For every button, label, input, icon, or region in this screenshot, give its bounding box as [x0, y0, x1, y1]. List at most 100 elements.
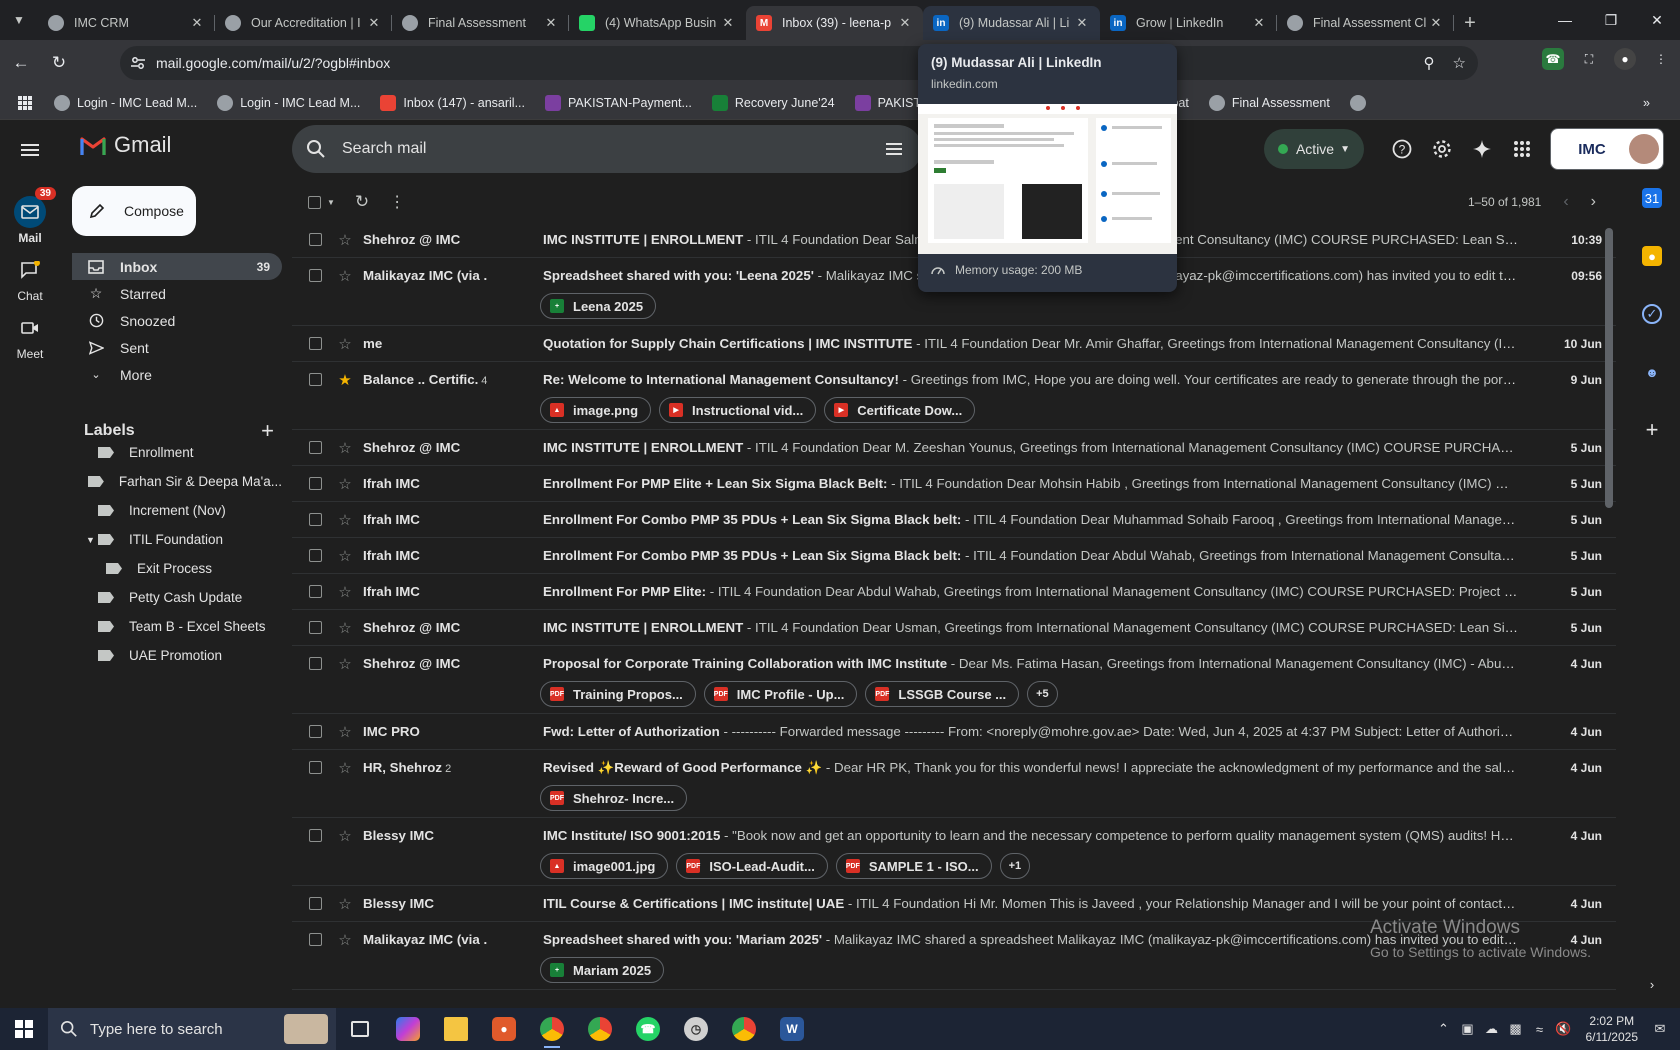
status-dropdown[interactable]: Active ▼: [1263, 129, 1364, 169]
chrome-icon[interactable]: [528, 1008, 576, 1050]
email-row[interactable]: ☆ Ifrah IMC Enrollment For Combo PMP 35 PD…: [292, 502, 1616, 538]
bookmark-item[interactable]: Final Assessment: [1208, 94, 1330, 111]
browser-tab[interactable]: Final Assessment Cl ✕: [1277, 6, 1454, 40]
rail-meet[interactable]: Meet: [0, 312, 60, 361]
next-page-icon[interactable]: ›: [1591, 193, 1596, 211]
more-options-icon[interactable]: ⋮: [389, 192, 405, 212]
row-checkbox[interactable]: [309, 933, 322, 946]
row-checkbox[interactable]: [309, 829, 322, 842]
star-icon[interactable]: ☆: [337, 723, 353, 741]
refresh-icon[interactable]: ↻: [355, 192, 369, 212]
keep-icon[interactable]: ●: [1642, 246, 1662, 266]
bookmark-item[interactable]: Login - IMC Lead M...: [217, 94, 360, 111]
tray-app-icon[interactable]: ▣: [1456, 1021, 1480, 1037]
attachment-chip[interactable]: PDF IMC Profile - Up...: [703, 681, 858, 707]
row-checkbox[interactable]: [309, 373, 322, 386]
attachment-chip[interactable]: ▶ Certificate Dow...: [824, 397, 976, 423]
collapse-panel-chevron-icon[interactable]: ›: [1642, 974, 1662, 994]
new-tab-button[interactable]: +: [1454, 6, 1486, 40]
attachment-chip[interactable]: PDF ISO-Lead-Audit...: [676, 853, 828, 879]
close-window-button[interactable]: ✕: [1634, 0, 1680, 40]
email-row[interactable]: ☆ Ifrah IMC Enrollment For PMP Elite: - IT…: [292, 574, 1616, 610]
email-row[interactable]: ☆ Blessy IMC IMC Institute/ ISO 9001:2015 …: [292, 818, 1616, 886]
row-checkbox[interactable]: [309, 549, 322, 562]
tray-display-icon[interactable]: ▩: [1504, 1021, 1528, 1037]
row-checkbox[interactable]: [309, 657, 322, 670]
restore-button[interactable]: ❐: [1588, 0, 1634, 40]
star-icon[interactable]: ☆: [337, 931, 353, 949]
email-row[interactable]: ☆ Ifrah IMC Enrollment For PMP Elite + Lea…: [292, 466, 1616, 502]
bookmark-item[interactable]: [1349, 94, 1373, 111]
attachment-chip[interactable]: + Mariam 2025: [540, 957, 665, 983]
nav-more[interactable]: ⌄ More: [72, 361, 282, 388]
star-icon[interactable]: ☆: [337, 335, 353, 353]
attachment-chip[interactable]: ▶ Instructional vid...: [659, 397, 817, 423]
email-row[interactable]: ☆ me Quotation for Supply Chain Certificat…: [292, 326, 1616, 362]
star-icon[interactable]: ☆: [337, 547, 353, 565]
row-checkbox[interactable]: [309, 513, 322, 526]
search-icon[interactable]: [306, 139, 326, 159]
gemini-sparkle-icon[interactable]: [1462, 129, 1502, 169]
row-checkbox[interactable]: [309, 441, 322, 454]
bookmark-item[interactable]: Recovery June'24: [711, 94, 835, 111]
select-all-checkbox[interactable]: ▼: [308, 195, 335, 209]
scrollbar[interactable]: [1605, 228, 1613, 508]
file-explorer-icon[interactable]: [432, 1008, 480, 1050]
whatsapp-extension-icon[interactable]: ☎: [1542, 48, 1564, 70]
task-view-icon[interactable]: [336, 1008, 384, 1050]
notification-icon[interactable]: ✉: [1648, 1021, 1672, 1037]
system-clock[interactable]: 2:02 PM 6/11/2025: [1586, 1013, 1639, 1045]
email-row[interactable]: ☆ Shehroz @ IMC IMC INSTITUTE | ENROLLMENT…: [292, 430, 1616, 466]
chrome-alt-icon[interactable]: [720, 1008, 768, 1050]
site-info-icon[interactable]: [130, 55, 146, 71]
email-row[interactable]: ☆ IMC PRO Fwd: Letter of Authorization - -…: [292, 714, 1616, 750]
tab-close-icon[interactable]: ✕: [1074, 15, 1090, 31]
avatar[interactable]: [1629, 134, 1659, 164]
reload-button[interactable]: ↻: [42, 46, 76, 80]
label-team-b[interactable]: Team B - Excel Sheets: [72, 612, 282, 641]
whatsapp-icon[interactable]: ☎: [624, 1008, 672, 1050]
contacts-icon[interactable]: ☻: [1642, 362, 1662, 382]
star-icon[interactable]: ☆: [337, 267, 353, 285]
search-options-icon[interactable]: [884, 139, 904, 159]
email-row[interactable]: ☆ Shehroz @ IMC IMC INSTITUTE | ENROLLMENT…: [292, 610, 1616, 646]
label-itil-foundation[interactable]: ▼ ITIL Foundation: [72, 525, 282, 554]
star-icon[interactable]: ☆: [337, 895, 353, 913]
rail-chat[interactable]: Chat: [0, 254, 60, 303]
row-checkbox[interactable]: [309, 269, 322, 282]
star-icon[interactable]: ☆: [337, 827, 353, 845]
account-switcher[interactable]: IMC: [1550, 128, 1664, 170]
row-checkbox[interactable]: [309, 621, 322, 634]
row-checkbox[interactable]: [309, 761, 322, 774]
google-apps-icon[interactable]: [1502, 129, 1542, 169]
chrome-menu-icon[interactable]: ⋮: [1650, 48, 1672, 70]
row-checkbox[interactable]: [309, 477, 322, 490]
attachment-chip[interactable]: PDF SAMPLE 1 - ISO...: [835, 853, 992, 879]
calendar-icon[interactable]: 31: [1642, 188, 1662, 208]
row-checkbox[interactable]: [309, 725, 322, 738]
taskbar-search-box[interactable]: Type here to search: [48, 1008, 336, 1050]
tab-close-icon[interactable]: ✕: [189, 15, 205, 31]
expand-triangle-icon[interactable]: ▼: [86, 535, 98, 545]
attachment-chip[interactable]: PDF Training Propos...: [540, 681, 696, 707]
tab-close-icon[interactable]: ✕: [543, 15, 559, 31]
minimize-button[interactable]: —: [1542, 0, 1588, 40]
show-hidden-icons-chevron[interactable]: ⌃: [1432, 1021, 1456, 1037]
attachment-chip[interactable]: PDF LSSGB Course ...: [865, 681, 1020, 707]
label-exit-process[interactable]: Exit Process: [72, 554, 282, 583]
help-icon[interactable]: ?: [1382, 129, 1422, 169]
tab-search-button[interactable]: ▼: [0, 0, 38, 40]
email-row[interactable]: ★ Balance .. Certific. 4 Re: Welcome to Int…: [292, 362, 1616, 430]
star-icon[interactable]: ☆: [337, 511, 353, 529]
tab-close-icon[interactable]: ✕: [897, 15, 913, 31]
extensions-puzzle-icon[interactable]: ⛶: [1578, 48, 1600, 70]
network-icon[interactable]: ≈: [1528, 1022, 1552, 1037]
browser-tab[interactable]: M Inbox (39) - leena-p ✕: [746, 6, 923, 40]
main-menu-icon[interactable]: [18, 138, 42, 162]
more-attachments-chip[interactable]: +5: [1027, 681, 1058, 707]
browser-tab[interactable]: Our Accreditation | I ✕: [215, 6, 392, 40]
chrome-profile-icon[interactable]: [576, 1008, 624, 1050]
row-checkbox[interactable]: [309, 585, 322, 598]
zoom-icon[interactable]: ⚲: [1424, 54, 1435, 72]
volume-muted-icon[interactable]: 🔇: [1552, 1021, 1576, 1037]
